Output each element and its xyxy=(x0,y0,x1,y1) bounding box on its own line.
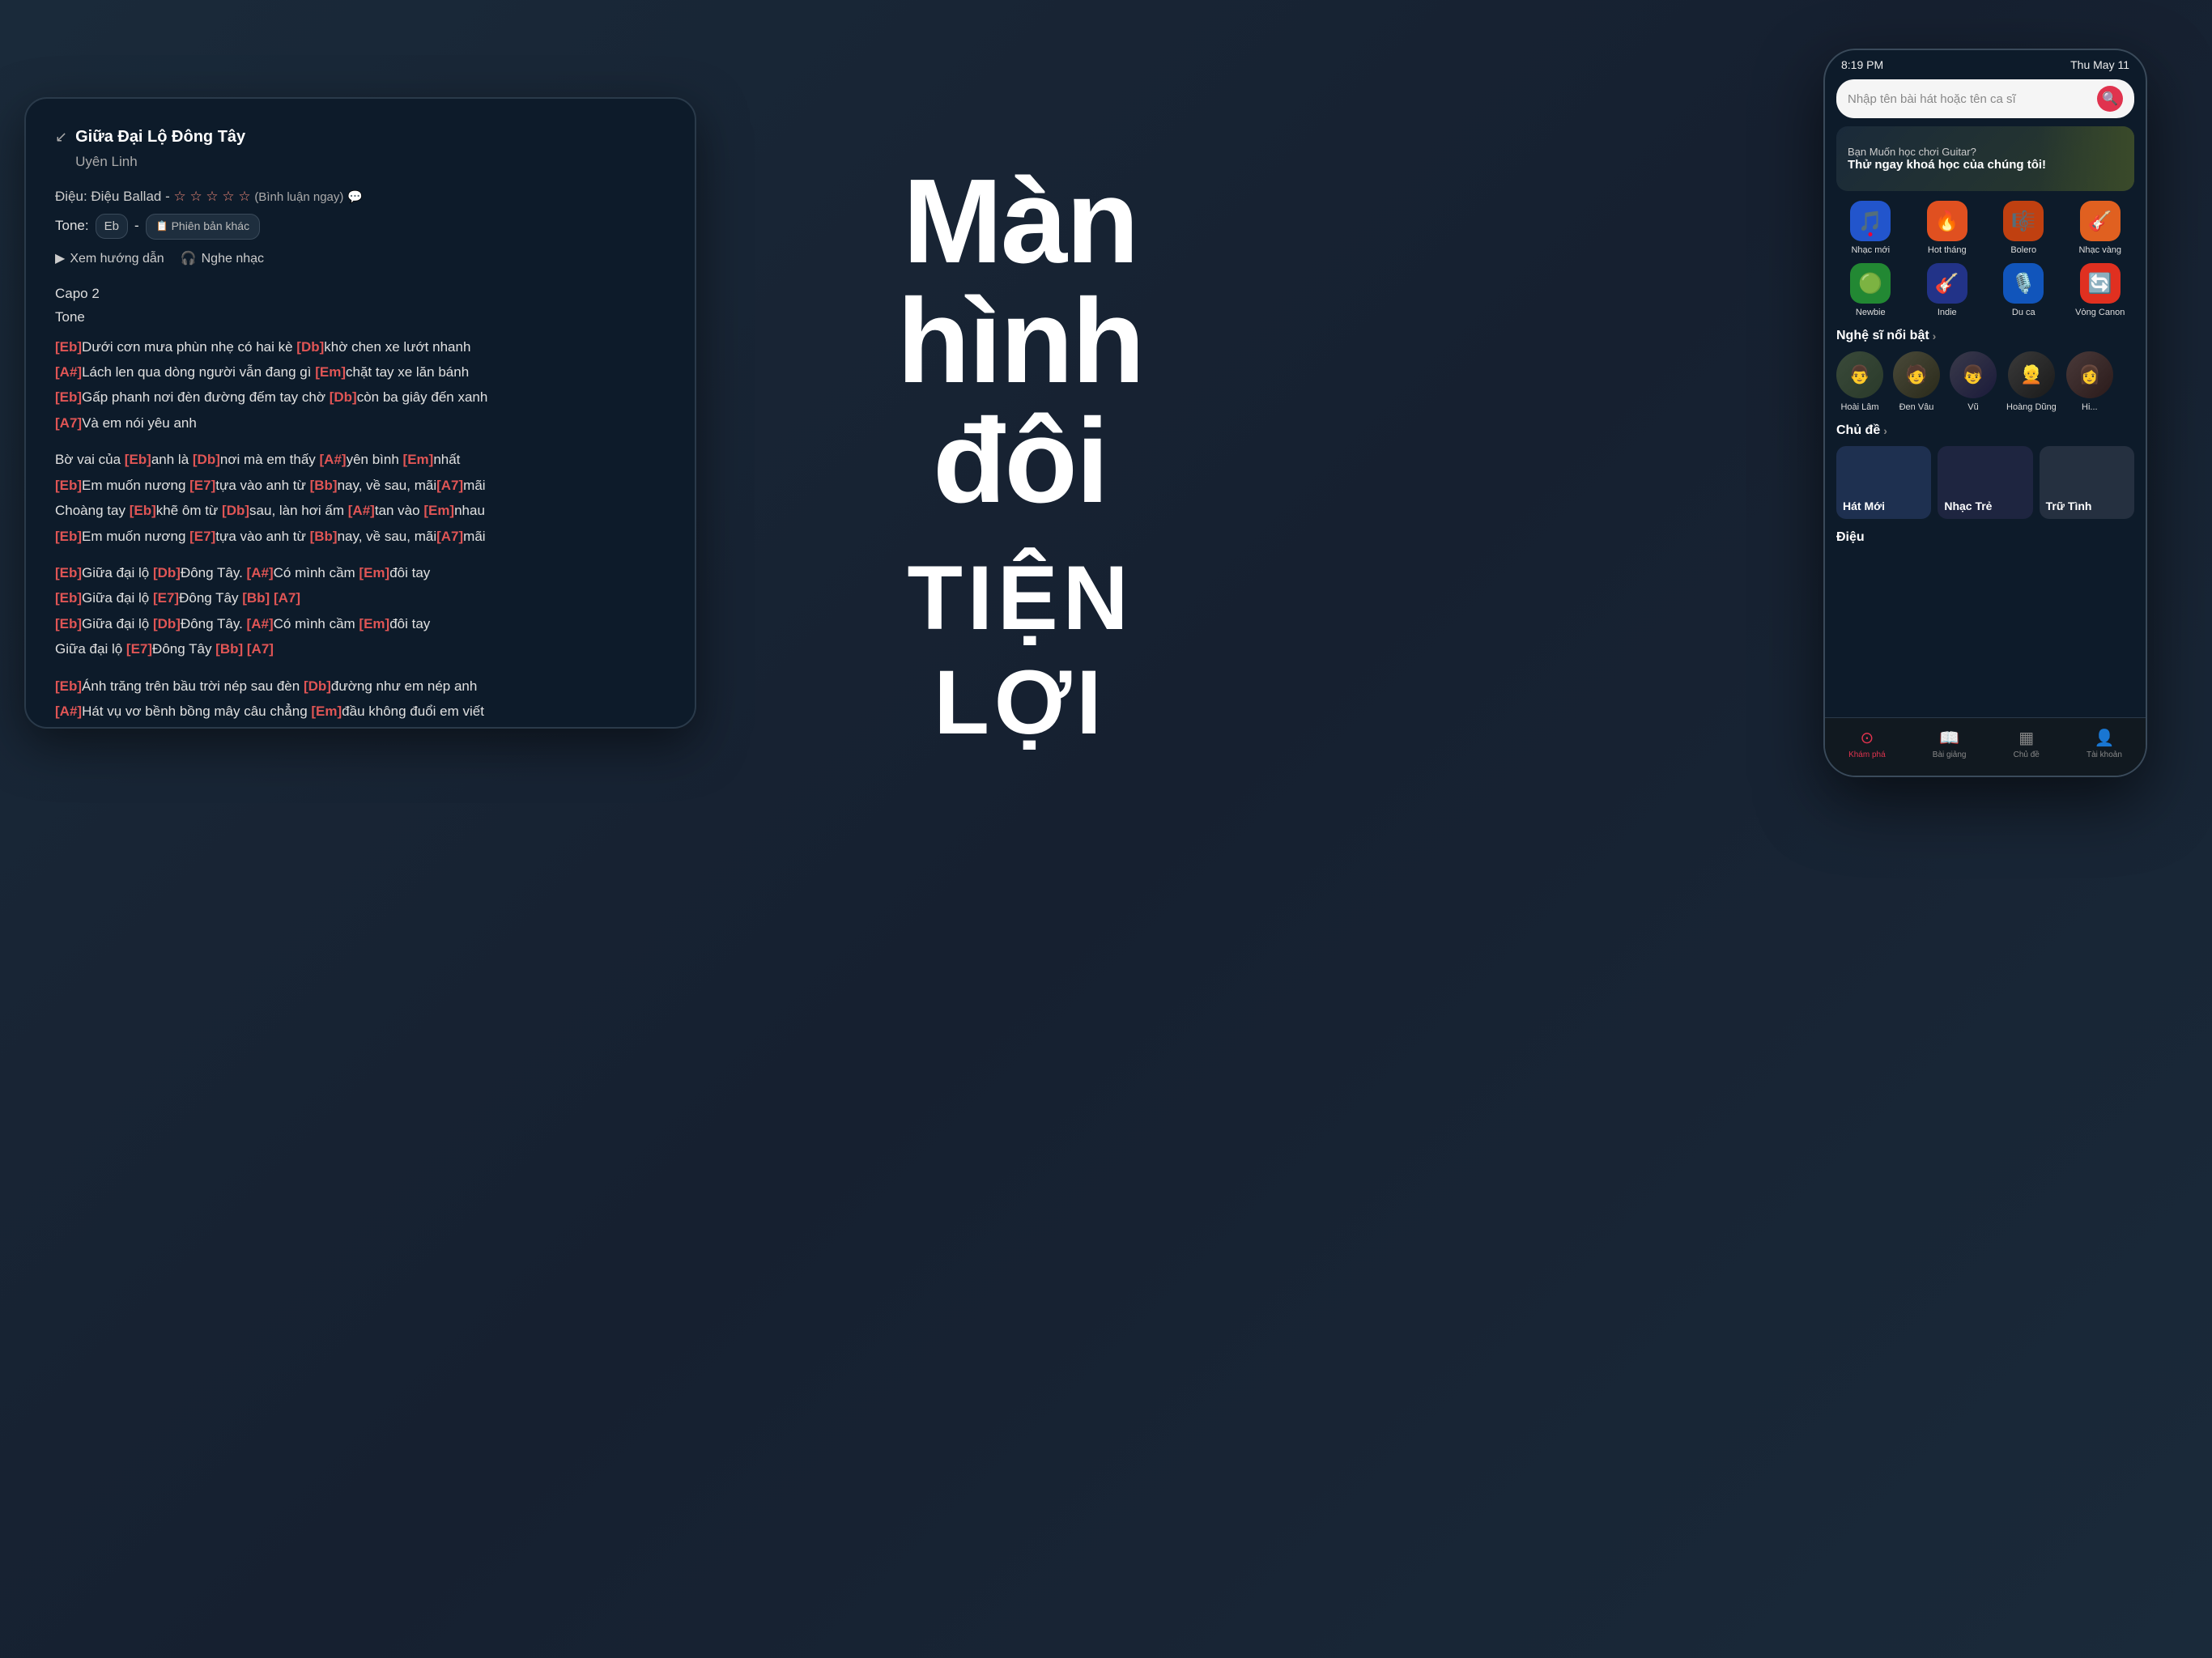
song-artist: Uyên Linh xyxy=(75,151,245,174)
lyrics-chorus: [Eb]Giữa đại lộ [Db]Đông Tây. [A#]Có mìn… xyxy=(55,560,666,662)
artist-ha[interactable]: 👩 Hi... xyxy=(2066,351,2113,412)
banner-ad[interactable]: Bạn Muốn học chơi Guitar? Thử ngay khoá … xyxy=(1836,126,2134,191)
newbie-label: Newbie xyxy=(1856,308,1886,317)
action-row: ▶ Xem hướng dẫn 🎧 Nghe nhạc xyxy=(55,248,666,270)
cat-bolero[interactable]: 🎼 Bolero xyxy=(1989,201,2058,255)
chu-de-tru-tinh[interactable]: Trữ Tình xyxy=(2040,446,2134,519)
bai-giang-icon: 📖 xyxy=(1939,728,1959,748)
cat-indie[interactable]: 🎸 Indie xyxy=(1913,263,1982,317)
status-date: Thu May 11 xyxy=(2070,58,2129,71)
capo-info: Capo 2 Tone xyxy=(55,283,666,329)
phone-right: 8:19 PM Thu May 11 Nhập tên bài hát hoặc… xyxy=(1823,49,2147,777)
bolero-icon: 🎼 xyxy=(2003,201,2044,241)
kham-pha-label: Khám phá xyxy=(1848,750,1886,759)
cat-hot-thang[interactable]: 🔥 Hot tháng xyxy=(1913,201,1982,255)
chu-de-nav-icon: ▦ xyxy=(2018,728,2034,748)
nghe-si-arrow: › xyxy=(1933,329,1937,342)
tablet-left: ↙ Giữa Đại Lộ Đông Tây Uyên Linh Điệu: Đ… xyxy=(24,97,696,729)
search-button[interactable]: 🔍 xyxy=(2097,86,2123,112)
indie-icon: 🎸 xyxy=(1927,263,1967,304)
search-bar[interactable]: Nhập tên bài hát hoặc tên ca sĩ 🔍 xyxy=(1836,79,2134,118)
banner-sub: Bạn Muốn học chơi Guitar? xyxy=(1848,146,2046,158)
indie-label: Indie xyxy=(1938,308,1957,317)
back-icon[interactable]: ↙ xyxy=(55,125,67,150)
artist-hoang-dung[interactable]: 👱 Hoàng Dũng xyxy=(2006,351,2057,412)
artist-vu[interactable]: 👦 Vũ xyxy=(1950,351,1997,412)
chu-de-section-title: Chủ đề › xyxy=(1825,423,2146,438)
artists-row: 👨 Hoài Lâm 🧑 Đen Vâu 👦 Vũ 👱 Hoàng Dũng 👩… xyxy=(1825,351,2146,412)
nav-tai-khoan[interactable]: 👤 Tài khoản xyxy=(2087,728,2122,759)
bai-giang-label: Bài giảng xyxy=(1933,750,1967,759)
nhac-vang-icon: 🎸 xyxy=(2080,201,2121,241)
chu-de-grid: Hát Mới Nhạc Trẻ Trữ Tình xyxy=(1825,446,2146,519)
cat-du-ca[interactable]: 🎙️ Du ca xyxy=(1989,263,2058,317)
chu-de-nav-label: Chủ đề xyxy=(2014,750,2040,759)
nhac-vang-label: Nhạc vàng xyxy=(2078,245,2121,255)
chu-de-nhac-tre[interactable]: Nhạc Trẻ xyxy=(1938,446,2032,519)
search-placeholder: Nhập tên bài hát hoặc tên ca sĩ xyxy=(1848,92,2091,106)
newbie-icon: 🟢 xyxy=(1850,263,1891,304)
bolero-label: Bolero xyxy=(2010,245,2036,255)
artist-den-vau[interactable]: 🧑 Đen Vâu xyxy=(1893,351,1940,412)
meta-dieu: Điệu: Điệu Ballad - ☆ ☆ ☆ ☆ ☆ (Bình luận… xyxy=(55,185,666,209)
chu-de-hat-moi[interactable]: Hát Mới xyxy=(1836,446,1931,519)
du-ca-label: Du ca xyxy=(2012,308,2035,317)
cat-newbie[interactable]: 🟢 Newbie xyxy=(1836,263,1905,317)
nhac-moi-label: Nhạc mới xyxy=(1851,245,1890,255)
lyrics-block: [Eb]Dưới cơn mưa phùn nhẹ có hai kè [Db]… xyxy=(55,334,666,727)
banner-main: Thử ngay khoá học của chúng tôi! xyxy=(1848,158,2046,172)
headline-man-hinh-doi: Màn hình đôi xyxy=(713,162,1328,521)
headline-tien-loi: TIỆN LỢI xyxy=(713,546,1328,755)
category-grid: 🎵 Nhạc mới 🔥 Hot tháng 🎼 Bolero 🎸 Nhạc v… xyxy=(1825,201,2146,317)
lyrics-verse2: Bờ vai của [Eb]anh là [Db]nơi mà em thấy… xyxy=(55,447,666,549)
status-bar: 8:19 PM Thu May 11 xyxy=(1825,50,2146,74)
phien-ban-btn[interactable]: 📋 Phiên bản khác xyxy=(146,214,260,240)
nhac-moi-icon: 🎵 xyxy=(1850,201,1891,241)
center-text-block: Màn hình đôi TIỆN LỢI xyxy=(713,162,1328,755)
lyrics-verse3: [Eb]Ánh trăng trên bầu trời nép sau đèn … xyxy=(55,674,666,727)
cat-nhac-moi[interactable]: 🎵 Nhạc mới xyxy=(1836,201,1905,255)
nav-bai-giang[interactable]: 📖 Bài giảng xyxy=(1933,728,1967,759)
nghe-si-section-title: Nghệ sĩ nổi bật › xyxy=(1825,329,2146,343)
nghe-nhac-btn[interactable]: 🎧 Nghe nhạc xyxy=(181,248,264,270)
dieu-section: Điệu xyxy=(1825,530,2146,545)
banner-image xyxy=(2037,126,2134,191)
lyrics-verse1: [Eb]Dưới cơn mưa phùn nhẹ có hai kè [Db]… xyxy=(55,334,666,436)
search-icon: 🔍 xyxy=(2102,91,2118,107)
cat-vong-canon[interactable]: 🔄 Vòng Canon xyxy=(2066,263,2135,317)
nav-kham-pha[interactable]: ⊙ Khám phá xyxy=(1848,728,1886,759)
bottom-nav: ⊙ Khám phá 📖 Bài giảng ▦ Chủ đề 👤 Tài kh… xyxy=(1825,717,2146,776)
huong-dan-btn[interactable]: ▶ Xem hướng dẫn xyxy=(55,248,164,270)
song-title: Giữa Đại Lộ Đông Tây xyxy=(75,123,245,151)
tai-khoan-label: Tài khoản xyxy=(2087,750,2122,759)
kham-pha-icon: ⊙ xyxy=(1860,728,1874,748)
dieu-title: Điệu xyxy=(1836,530,2134,545)
vong-canon-icon: 🔄 xyxy=(2080,263,2121,304)
du-ca-icon: 🎙️ xyxy=(2003,263,2044,304)
song-header: ↙ Giữa Đại Lộ Đông Tây Uyên Linh xyxy=(55,123,666,174)
tone-row: Tone: Eb - 📋 Phiên bản khác xyxy=(55,214,666,240)
tai-khoan-icon: 👤 xyxy=(2094,728,2114,748)
hot-thang-icon: 🔥 xyxy=(1927,201,1967,241)
vong-canon-label: Vòng Canon xyxy=(2075,308,2125,317)
hot-thang-label: Hot tháng xyxy=(1928,245,1967,255)
chu-de-arrow: › xyxy=(1883,424,1887,437)
tone-badge: Eb xyxy=(96,214,128,240)
nav-chu-de[interactable]: ▦ Chủ đề xyxy=(2014,728,2040,759)
artist-hoai-lam[interactable]: 👨 Hoài Lâm xyxy=(1836,351,1883,412)
status-time: 8:19 PM xyxy=(1841,58,1883,71)
cat-nhac-vang[interactable]: 🎸 Nhạc vàng xyxy=(2066,201,2135,255)
